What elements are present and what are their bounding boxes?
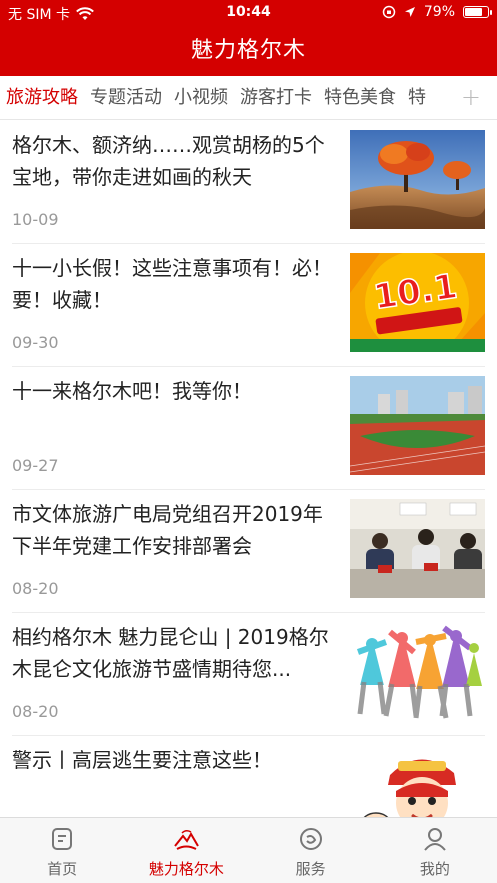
bottom-tab-label: 服务 xyxy=(295,860,326,878)
battery-percent: 79% xyxy=(423,4,455,20)
article-thumbnail: 10.1 xyxy=(350,253,485,352)
tab-short-videos[interactable]: 小视频 xyxy=(174,76,228,119)
article-item[interactable]: 警示丨高层逃生要注意这些！ xyxy=(12,736,485,817)
tab-visitor-checkin[interactable]: 游客打卡 xyxy=(240,76,312,119)
article-thumbnail xyxy=(350,622,485,721)
page-title: 魅力格尔木 xyxy=(0,26,497,76)
article-thumbnail xyxy=(350,745,485,817)
article-thumbnail xyxy=(350,376,485,475)
status-right: 79% xyxy=(382,4,492,20)
article-title: 格尔木、额济纳……观赏胡杨的5个宝地，带你走进如画的秋天 xyxy=(12,133,325,189)
status-bar: 无 SIM 卡 10:44 79% xyxy=(0,0,497,26)
article-title: 十一小长假！这些注意事项有！必！要！收藏！ xyxy=(12,256,332,312)
tab-more[interactable]: 特 xyxy=(408,76,426,119)
orientation-lock-icon xyxy=(382,5,396,19)
article-thumbnail xyxy=(350,130,485,229)
article-date: 10-09 xyxy=(12,210,59,229)
bottom-tab-service[interactable]: 服务 xyxy=(249,818,373,883)
article-date: 09-27 xyxy=(12,456,59,475)
bottom-tab-charm[interactable]: 魅力格尔木 xyxy=(124,818,248,883)
article-title: 十一来格尔木吧！我等你！ xyxy=(12,379,252,403)
article-title: 相约格尔木 魅力昆仑山 | 2019格尔木昆仑文化旅游节盛情期待您... xyxy=(12,625,329,681)
bottom-tab-profile[interactable]: 我的 xyxy=(373,818,497,883)
tab-local-food[interactable]: 特色美食 xyxy=(324,76,396,119)
location-icon xyxy=(404,7,415,17)
article-list: 格尔木、额济纳……观赏胡杨的5个宝地，带你走进如画的秋天 10-09 十一小长假 xyxy=(0,121,497,817)
bottom-tab-label: 首页 xyxy=(47,860,78,878)
article-date: 09-30 xyxy=(12,333,59,352)
category-tabs: 旅游攻略 专题活动 小视频 游客打卡 特色美食 特 + xyxy=(0,76,497,120)
mountain-icon xyxy=(174,829,200,850)
article-title: 警示丨高层逃生要注意这些！ xyxy=(12,748,272,772)
battery-icon xyxy=(463,6,492,18)
article-title: 市文体旅游广电局党组召开2019年下半年党建工作安排部署会 xyxy=(12,502,323,558)
article-thumbnail xyxy=(350,499,485,598)
article-item[interactable]: 格尔木、额济纳……观赏胡杨的5个宝地，带你走进如画的秋天 10-09 xyxy=(12,121,485,244)
tab-travel-guide[interactable]: 旅游攻略 xyxy=(6,76,78,119)
bottom-tab-label: 我的 xyxy=(419,860,450,878)
bottom-tab-home[interactable]: 首页 xyxy=(0,818,124,883)
article-item[interactable]: 十一来格尔木吧！我等你！ 09-27 xyxy=(12,367,485,490)
profile-icon xyxy=(424,828,446,851)
article-item[interactable]: 市文体旅游广电局党组召开2019年下半年党建工作安排部署会 08-20 xyxy=(12,490,485,613)
article-date: 08-20 xyxy=(12,579,59,598)
article-date: 08-20 xyxy=(12,702,59,721)
article-item[interactable]: 十一小长假！这些注意事项有！必！要！收藏！ 09-30 10.1 xyxy=(12,244,485,367)
bottom-tab-bar: 首页 魅力格尔木 服务 我的 xyxy=(0,817,497,883)
service-icon xyxy=(299,828,322,850)
plus-icon[interactable]: + xyxy=(461,83,481,111)
article-item[interactable]: 相约格尔木 魅力昆仑山 | 2019格尔木昆仑文化旅游节盛情期待您... 08-… xyxy=(12,613,485,736)
home-icon xyxy=(52,828,73,850)
tab-special-events[interactable]: 专题活动 xyxy=(90,76,162,119)
bottom-tab-label: 魅力格尔木 xyxy=(148,860,224,878)
